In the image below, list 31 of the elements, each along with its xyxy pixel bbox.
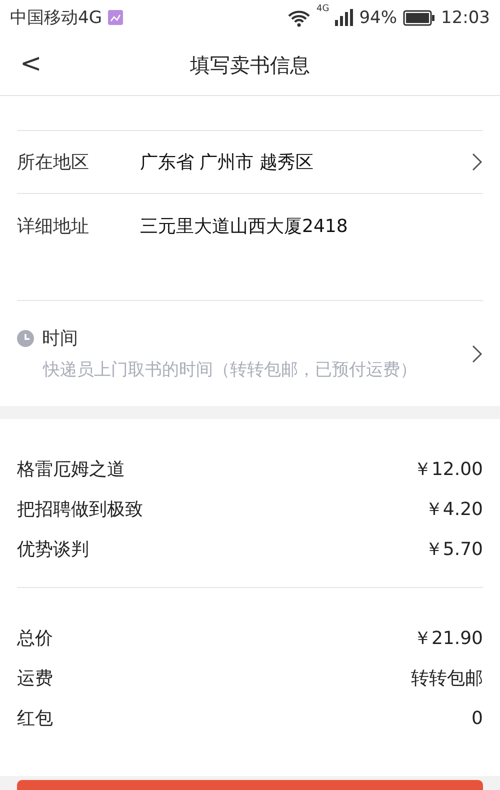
carrier-label: 中国移动4G	[10, 7, 102, 29]
field-label: 详细地址	[17, 215, 90, 238]
book-price: ￥5.70	[424, 538, 483, 561]
book-title: 优势谈判	[17, 538, 89, 561]
section-title: 时间	[42, 327, 78, 350]
summary-value: ￥21.90	[413, 627, 483, 650]
wifi-icon	[286, 8, 310, 26]
battery-percent: 94%	[359, 8, 397, 28]
back-button[interactable]: <	[14, 49, 48, 79]
field-label: 所在地区	[17, 151, 90, 174]
book-price: ￥4.20	[424, 498, 483, 521]
submit-button[interactable]	[17, 780, 483, 790]
network-type-label: 4G	[316, 4, 330, 14]
chevron-right-icon	[471, 152, 483, 172]
page-title: 填写卖书信息	[190, 52, 310, 78]
chevron-right-icon	[471, 344, 483, 364]
clock-icon	[17, 330, 34, 346]
summary-value: 转转包邮	[411, 667, 483, 690]
field-value: 三元里大道山西大厦2418	[140, 215, 349, 238]
battery-icon	[403, 10, 435, 26]
signal-icon	[335, 9, 354, 26]
book-price: ￥12.00	[413, 458, 483, 481]
gallery-icon	[108, 10, 123, 25]
clock: 12:03	[441, 8, 490, 28]
summary-value: 0	[472, 708, 483, 728]
book-title: 把招聘做到极致	[17, 498, 143, 521]
book-title: 格雷厄姆之道	[17, 458, 125, 481]
summary-label: 运费	[17, 667, 53, 690]
field-value: 广东省 广州市 越秀区	[140, 151, 314, 174]
summary-label: 总价	[17, 627, 53, 650]
summary-label: 红包	[17, 707, 53, 730]
